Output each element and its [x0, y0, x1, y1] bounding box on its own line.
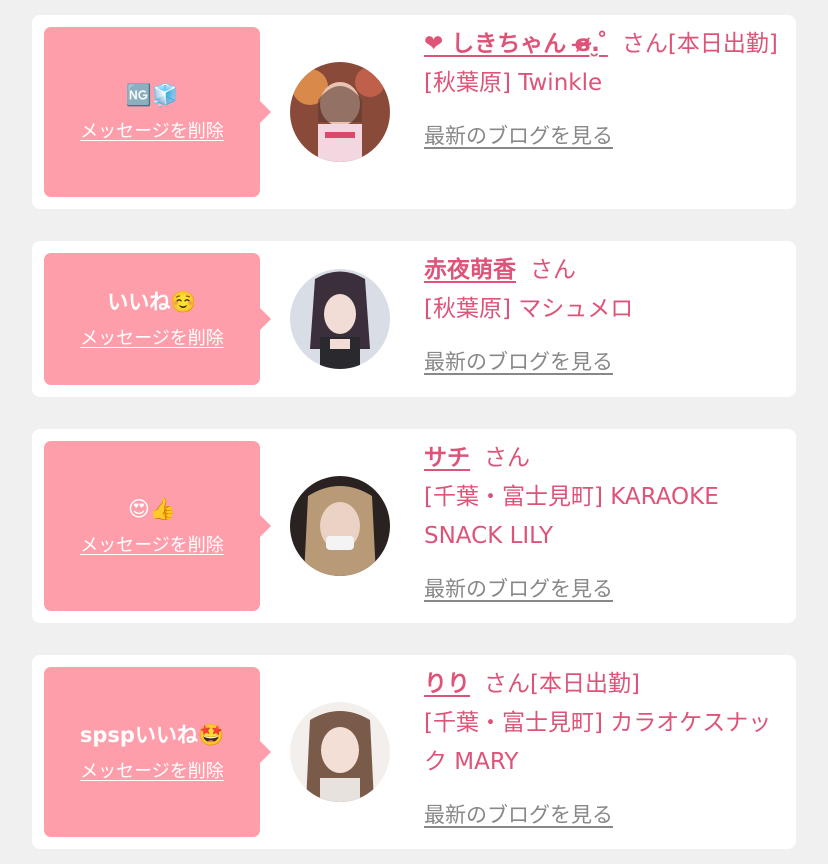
latest-blog-link[interactable]: 最新のブログを見る: [424, 343, 613, 382]
delete-message-link[interactable]: メッセージを削除: [80, 324, 224, 350]
message-text: 😍👍: [127, 497, 177, 521]
delete-message-link[interactable]: メッセージを削除: [80, 757, 224, 783]
message-card: 🆖🧊 メッセージを削除 ❤ しきちゃん ɞ̴̶̷.̮ ̊ さん[本日出勤] [秋葉…: [32, 15, 796, 209]
name-suffix: さん[本日出勤]: [621, 31, 778, 57]
profile-info: りり さん[本日出勤] [千葉・富士見町] カラオケスナック MARY 最新のブロ…: [424, 665, 786, 835]
message-text: 🆖🧊: [125, 83, 179, 107]
profile-info: サチ さん [千葉・富士見町] KARAOKE SNACK LILY 最新のブログ…: [424, 439, 786, 609]
message-card: いいね☺️ メッセージを削除 赤夜萌香 さん [秋葉原] マシュメロ 最新のブログ…: [32, 241, 796, 397]
profile-name-link[interactable]: サチ: [424, 445, 470, 471]
avatar[interactable]: [290, 62, 390, 162]
message-bubble: いいね☺️ メッセージを削除: [44, 253, 271, 385]
avatar[interactable]: [290, 269, 390, 369]
latest-blog-link[interactable]: 最新のブログを見る: [424, 117, 613, 156]
message-text: spspいいね🤩: [79, 723, 225, 747]
shop-label: [秋葉原] Twinkle: [424, 70, 603, 96]
shop-label: [千葉・富士見町] KARAOKE SNACK LILY: [424, 484, 719, 549]
latest-blog-link[interactable]: 最新のブログを見る: [424, 570, 613, 609]
avatar[interactable]: [290, 476, 390, 576]
message-card: spspいいね🤩 メッセージを削除 りり さん[本日出勤] [千葉・富士見町] カ…: [32, 655, 796, 849]
profile-name-link[interactable]: ❤ しきちゃん ɞ̴̶̷.̮ ̊: [424, 31, 608, 57]
delete-message-link[interactable]: メッセージを削除: [80, 531, 224, 557]
message-bubble: 🆖🧊 メッセージを削除: [44, 27, 271, 197]
profile-info: ❤ しきちゃん ɞ̴̶̷.̮ ̊ さん[本日出勤] [秋葉原] Twinkle 最…: [424, 25, 786, 156]
name-suffix: さん: [484, 445, 530, 471]
delete-message-link[interactable]: メッセージを削除: [80, 117, 224, 143]
message-bubble: spspいいね🤩 メッセージを削除: [44, 667, 271, 837]
shop-label: [秋葉原] マシュメロ: [424, 296, 634, 322]
name-suffix: さん: [530, 257, 576, 283]
message-card: 😍👍 メッセージを削除 サチ さん [千葉・富士見町] KARAOKE SNACK…: [32, 429, 796, 623]
avatar[interactable]: [290, 702, 390, 802]
message-text: いいね☺️: [107, 290, 197, 314]
profile-info: 赤夜萌香 さん [秋葉原] マシュメロ 最新のブログを見る: [424, 251, 786, 382]
profile-name-link[interactable]: 赤夜萌香: [424, 257, 516, 283]
message-bubble: 😍👍 メッセージを削除: [44, 441, 271, 611]
shop-label: [千葉・富士見町] カラオケスナック MARY: [424, 710, 772, 775]
name-suffix: さん[本日出勤]: [484, 671, 640, 697]
latest-blog-link[interactable]: 最新のブログを見る: [424, 796, 613, 835]
profile-name-link[interactable]: りり: [424, 671, 470, 697]
